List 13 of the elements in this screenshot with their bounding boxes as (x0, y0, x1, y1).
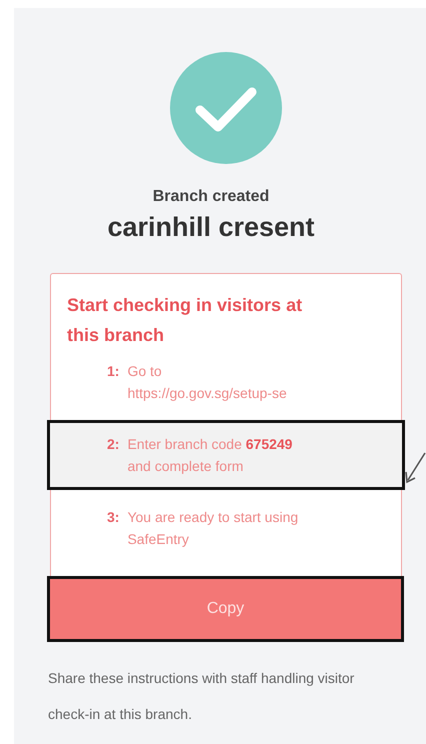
copy-button[interactable]: Copy (47, 576, 404, 642)
step-text: You are ready to start using SafeEntry (127, 508, 300, 549)
annotation-arrow-icon (404, 452, 426, 484)
step-number: 2: (107, 435, 120, 454)
step-number: 3: (107, 508, 120, 527)
status-label: Branch created (152, 188, 270, 206)
step-text: Enter branch code 675249 and complete form (127, 435, 294, 476)
branch-name: carinhill cresent (106, 212, 316, 243)
footer-note: Share these instructions with staff handling visitor check-in at this branch. (48, 669, 356, 724)
step-text: Go to https://go.gov.sg/setup-se (127, 362, 288, 403)
instructions-title: Start checking in visitors at this branch (66, 294, 304, 347)
step-number: 1: (107, 362, 120, 381)
success-check-icon (170, 52, 282, 164)
